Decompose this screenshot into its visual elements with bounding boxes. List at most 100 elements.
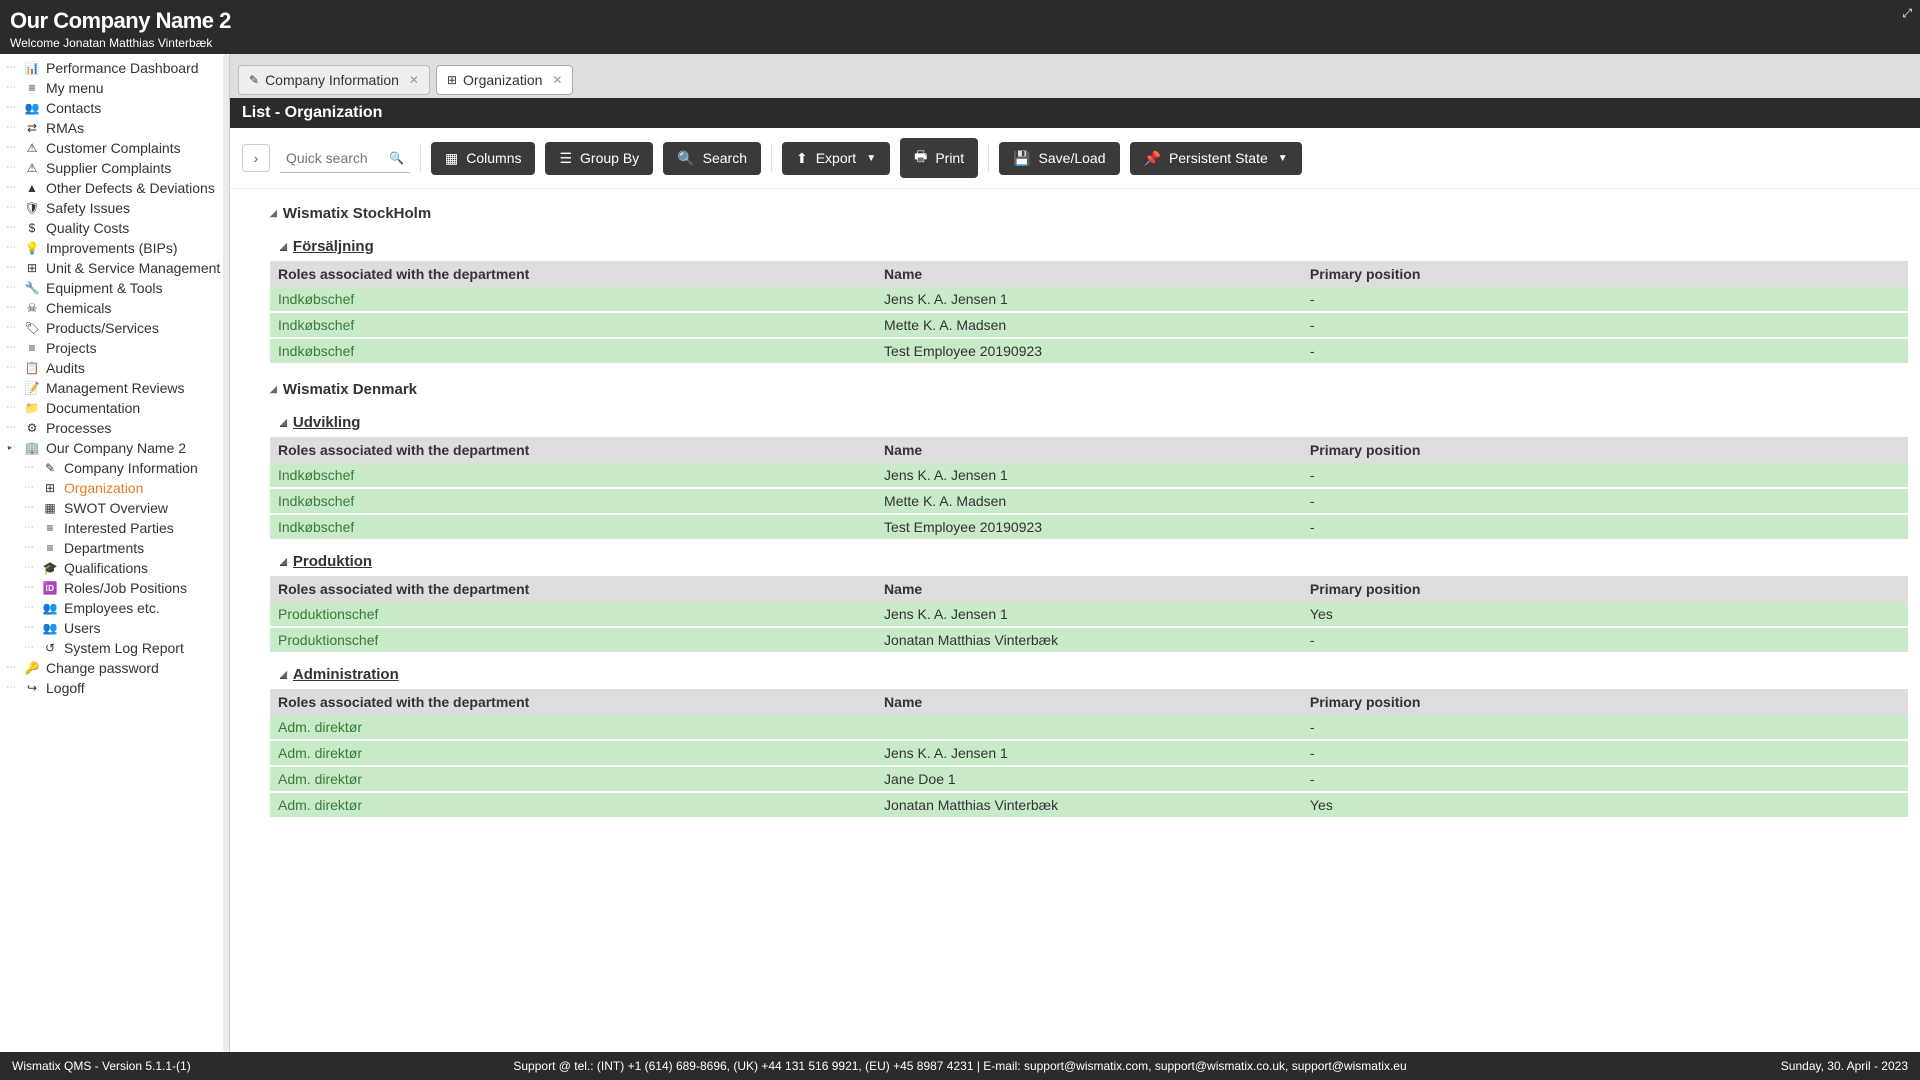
truck-warn-icon: ⚠: [24, 159, 40, 177]
tab-company-information[interactable]: ✎Company Information✕: [238, 65, 430, 95]
col-name[interactable]: Name: [876, 576, 1302, 602]
columns-button[interactable]: ▦Columns: [431, 142, 535, 175]
person-warn-icon: ⚠: [24, 139, 40, 157]
col-roles[interactable]: Roles associated with the department: [270, 261, 876, 287]
department-group-header[interactable]: ◢Försäljning: [280, 234, 1908, 259]
table-row[interactable]: IndkøbschefJens K. A. Jensen 1-: [270, 463, 1908, 488]
sidebar-item-performance-dashboard[interactable]: ⋯📊Performance Dashboard: [0, 58, 229, 78]
search-button[interactable]: 🔍Search: [663, 142, 761, 175]
table-row[interactable]: Adm. direktørJonatan Matthias VinterbækY…: [270, 792, 1908, 818]
sidebar-item-company-information[interactable]: ⋯✎Company Information: [0, 458, 229, 478]
table-row[interactable]: ProduktionschefJens K. A. Jensen 1Yes: [270, 602, 1908, 627]
sidebar-item-our-company-name-2[interactable]: ⋯▸🏢Our Company Name 2: [0, 438, 229, 458]
sidebar-item-my-menu[interactable]: ⋯≡My menu: [0, 78, 229, 98]
sidebar-item-quality-costs[interactable]: ⋯$Quality Costs: [0, 218, 229, 238]
col-name[interactable]: Name: [876, 437, 1302, 463]
sidebar-item-contacts[interactable]: ⋯👥Contacts: [0, 98, 229, 118]
table-row[interactable]: Adm. direktørJens K. A. Jensen 1-: [270, 740, 1908, 766]
roles-table: Roles associated with the departmentName…: [270, 261, 1908, 365]
org-icon: ⊞: [42, 479, 58, 497]
sidebar-item-documentation[interactable]: ⋯📁Documentation: [0, 398, 229, 418]
sidebar-item-label: Qualifications: [64, 559, 148, 577]
col-primary[interactable]: Primary position: [1302, 689, 1908, 715]
col-name[interactable]: Name: [876, 261, 1302, 287]
separator: [988, 145, 989, 171]
department-group-header[interactable]: ◢Produktion: [280, 549, 1908, 574]
sidebar-item-projects[interactable]: ⋯≡Projects: [0, 338, 229, 358]
col-roles[interactable]: Roles associated with the department: [270, 576, 876, 602]
tree-connector-icon: ⋯: [6, 139, 16, 157]
department-group-header[interactable]: ◢Udvikling: [280, 410, 1908, 435]
tools-icon: 🔧: [24, 279, 40, 297]
print-button[interactable]: 🖶Print: [900, 138, 978, 178]
sidebar-item-users[interactable]: ⋯👥Users: [0, 618, 229, 638]
lightbulb-icon: 💡: [24, 239, 40, 257]
separator: [420, 145, 421, 171]
collapse-icon: ◢: [270, 384, 277, 395]
sidebar-item-interested-parties[interactable]: ⋯≡Interested Parties: [0, 518, 229, 538]
fullscreen-icon[interactable]: ⤢: [1902, 6, 1912, 21]
contacts-icon: 👥: [24, 99, 40, 117]
tab-organization[interactable]: ⊞Organization✕: [436, 65, 574, 95]
scrollbar[interactable]: [223, 54, 229, 1052]
groupby-button[interactable]: ☰Group By: [545, 142, 653, 175]
table-row[interactable]: IndkøbschefTest Employee 20190923-: [270, 338, 1908, 364]
sidebar-item-system-log-report[interactable]: ⋯↺System Log Report: [0, 638, 229, 658]
company-group-header[interactable]: ◢Wismatix StockHolm: [270, 201, 1908, 226]
sidebar-item-logoff[interactable]: ⋯↪Logoff: [0, 678, 229, 698]
export-button[interactable]: ⬆Export▼: [782, 142, 890, 175]
sidebar-item-organization[interactable]: ⋯⊞Organization: [0, 478, 229, 498]
table-row[interactable]: ProduktionschefJonatan Matthias Vinterbæ…: [270, 627, 1908, 653]
sidebar-item-employees-etc-[interactable]: ⋯👥Employees etc.: [0, 598, 229, 618]
tree-connector-icon: ⋯: [24, 639, 34, 657]
sidebar-item-improvements-bips-[interactable]: ⋯💡Improvements (BIPs): [0, 238, 229, 258]
table-row[interactable]: IndkøbschefMette K. A. Madsen-: [270, 312, 1908, 338]
collapse-icon: ◢: [270, 208, 277, 219]
sidebar-item-change-password[interactable]: ⋯🔑Change password: [0, 658, 229, 678]
sidebar-item-roles-job-positions[interactable]: ⋯🆔Roles/Job Positions: [0, 578, 229, 598]
table-row[interactable]: Adm. direktør-: [270, 715, 1908, 740]
sidebar-item-label: Contacts: [46, 99, 101, 117]
company-group-header[interactable]: ◢Wismatix Denmark: [270, 377, 1908, 402]
sidebar-item-label: Safety Issues: [46, 199, 130, 217]
sidebar-item-chemicals[interactable]: ⋯☠Chemicals: [0, 298, 229, 318]
expand-toolbar-button[interactable]: ›: [242, 144, 270, 172]
caret-down-icon: ▼: [866, 153, 876, 164]
table-row[interactable]: IndkøbschefJens K. A. Jensen 1-: [270, 287, 1908, 312]
sidebar-item-qualifications[interactable]: ⋯🎓Qualifications: [0, 558, 229, 578]
tree-expander-icon[interactable]: ▸: [8, 439, 12, 457]
sidebar-item-rmas[interactable]: ⋯⇄RMAs: [0, 118, 229, 138]
search-label: Search: [703, 150, 747, 166]
col-primary[interactable]: Primary position: [1302, 437, 1908, 463]
sidebar-item-safety-issues[interactable]: ⋯🛡Safety Issues: [0, 198, 229, 218]
close-icon[interactable]: ✕: [552, 73, 562, 87]
sidebar-item-supplier-complaints[interactable]: ⋯⚠Supplier Complaints: [0, 158, 229, 178]
saveload-button[interactable]: 💾Save/Load: [999, 142, 1119, 175]
list-icon: ≡: [42, 539, 58, 557]
col-primary[interactable]: Primary position: [1302, 576, 1908, 602]
col-name[interactable]: Name: [876, 689, 1302, 715]
persistent-state-button[interactable]: 📌Persistent State▼: [1130, 142, 1302, 175]
sidebar-item-label: SWOT Overview: [64, 499, 168, 517]
table-row[interactable]: IndkøbschefTest Employee 20190923-: [270, 514, 1908, 540]
col-roles[interactable]: Roles associated with the department: [270, 689, 876, 715]
close-icon[interactable]: ✕: [409, 73, 419, 87]
sidebar-item-departments[interactable]: ⋯≡Departments: [0, 538, 229, 558]
sidebar-item-customer-complaints[interactable]: ⋯⚠Customer Complaints: [0, 138, 229, 158]
sidebar-item-audits[interactable]: ⋯📋Audits: [0, 358, 229, 378]
sidebar-item-other-defects-deviations[interactable]: ⋯▲Other Defects & Deviations: [0, 178, 229, 198]
sidebar-item-management-reviews[interactable]: ⋯📝Management Reviews: [0, 378, 229, 398]
sidebar-item-equipment-tools[interactable]: ⋯🔧Equipment & Tools: [0, 278, 229, 298]
save-icon: 💾: [1013, 150, 1030, 167]
table-row[interactable]: Adm. direktørJane Doe 1-: [270, 766, 1908, 792]
sidebar-item-processes[interactable]: ⋯⚙Processes: [0, 418, 229, 438]
table-row[interactable]: IndkøbschefMette K. A. Madsen-: [270, 488, 1908, 514]
money-icon: $: [24, 219, 40, 237]
sidebar-item-products-services[interactable]: ⋯🏷Products/Services: [0, 318, 229, 338]
col-roles[interactable]: Roles associated with the department: [270, 437, 876, 463]
sidebar-item-swot-overview[interactable]: ⋯▦SWOT Overview: [0, 498, 229, 518]
department-group-header[interactable]: ◢Administration: [280, 662, 1908, 687]
col-primary[interactable]: Primary position: [1302, 261, 1908, 287]
search-icon[interactable]: 🔍: [389, 151, 404, 165]
sidebar-item-unit-service-management[interactable]: ⋯⊞Unit & Service Management: [0, 258, 229, 278]
